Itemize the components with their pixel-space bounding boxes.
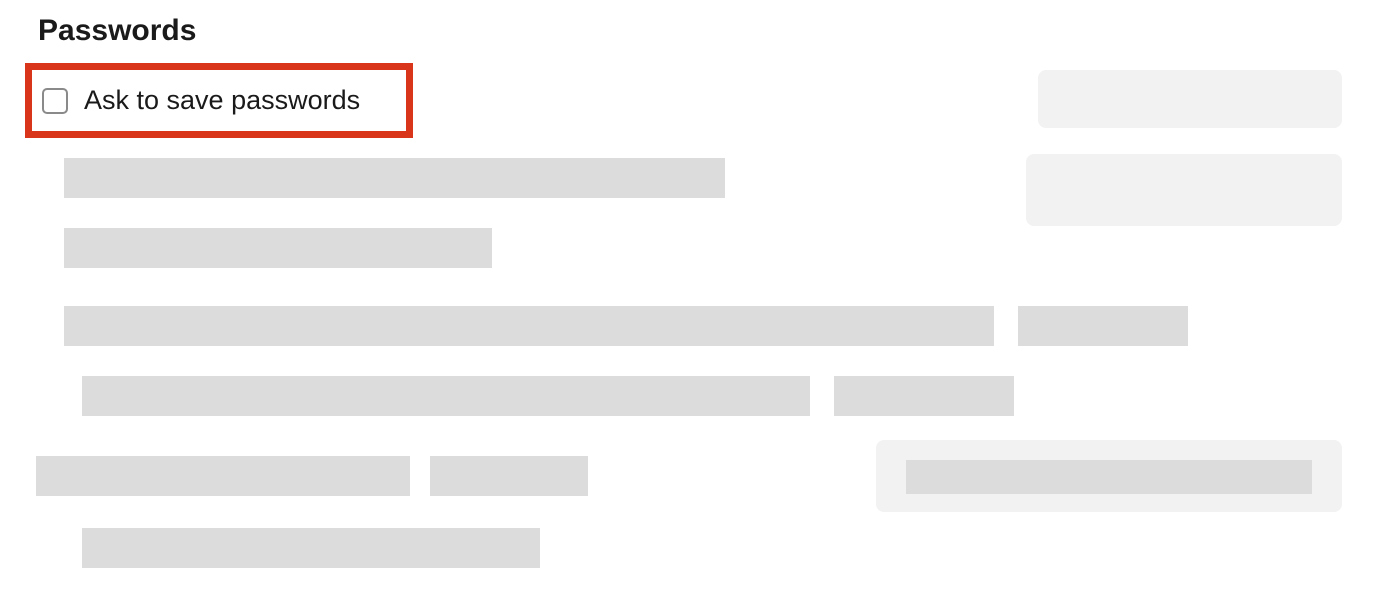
skeleton-bar [430, 456, 588, 496]
passwords-section-title: Passwords [38, 14, 196, 48]
skeleton-bar [82, 376, 810, 416]
skeleton-panel [1026, 154, 1342, 226]
skeleton-bar [64, 306, 994, 346]
skeleton-bar [36, 456, 410, 496]
ask-to-save-label: Ask to save passwords [84, 85, 360, 116]
ask-to-save-checkbox[interactable] [42, 88, 68, 114]
skeleton-bar [64, 158, 725, 198]
ask-to-save-highlight: Ask to save passwords [25, 63, 413, 138]
skeleton-bar [906, 460, 1312, 494]
skeleton-bar [834, 376, 1014, 416]
skeleton-bar [82, 528, 540, 568]
skeleton-panel [1038, 70, 1342, 128]
skeleton-bar [1018, 306, 1188, 346]
skeleton-bar [64, 228, 492, 268]
